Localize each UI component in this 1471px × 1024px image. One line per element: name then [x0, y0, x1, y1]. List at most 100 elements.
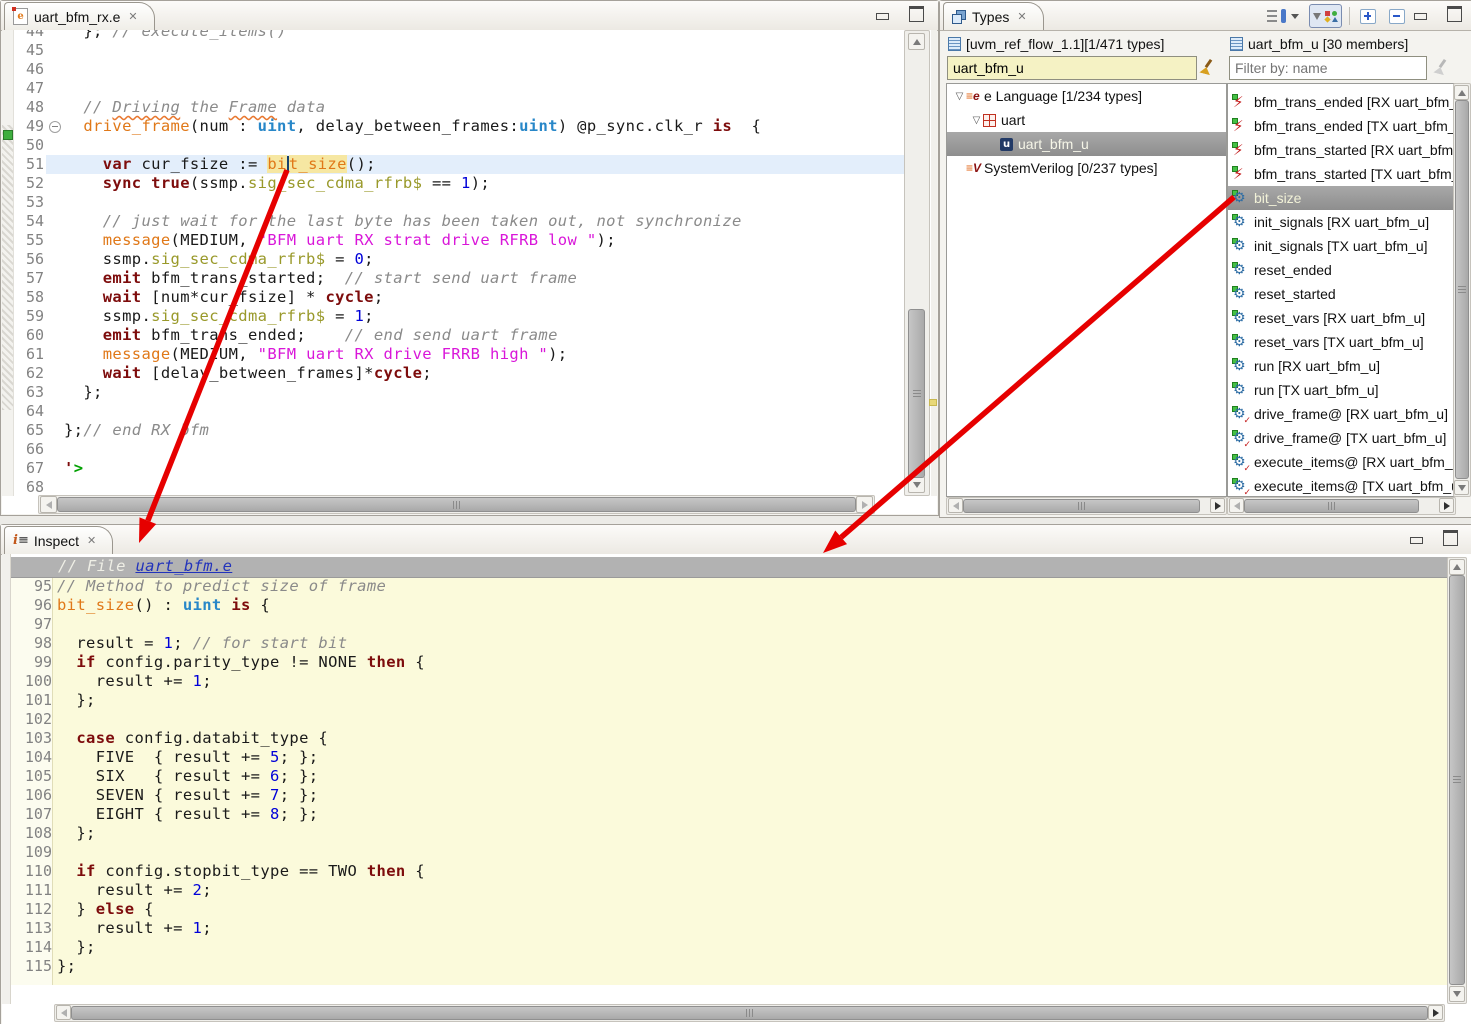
scroll-right-icon[interactable] — [856, 496, 873, 513]
scroll-right-icon[interactable] — [1210, 498, 1225, 513]
code-line[interactable]: 104 FIVE { result += 5; }; — [10, 748, 1448, 767]
code-line[interactable]: 113 result += 1; — [10, 919, 1448, 938]
tree-item-uart[interactable]: ▽uart — [947, 108, 1226, 132]
code-line[interactable]: 44 }; // execute_items() — [2, 30, 904, 41]
code-line[interactable]: 96bit_size() : uint is { — [10, 596, 1448, 615]
scroll-thumb[interactable] — [908, 309, 925, 478]
code-line[interactable]: 52 sync true(ssmp.sig_sec_cdma_rfrb$ == … — [2, 174, 904, 193]
code-line[interactable]: 45 — [2, 41, 904, 60]
members-vscrollbar[interactable] — [1453, 83, 1471, 497]
code-line[interactable]: 50 — [2, 136, 904, 155]
code-line[interactable]: 46 — [2, 60, 904, 79]
member-item[interactable]: ⚙✓execute_items@ [RX uart_bfm_u] — [1228, 450, 1454, 474]
code-line[interactable]: 95// Method to predict size of frame — [10, 577, 1448, 596]
scroll-down-icon[interactable] — [1449, 986, 1465, 1002]
scroll-down-icon[interactable] — [1454, 480, 1469, 495]
type-filter-input[interactable] — [947, 56, 1197, 80]
tree-item-e[interactable]: ▽≡ee Language [1/234 types] — [947, 84, 1226, 108]
code-line[interactable]: 48 // Driving the Frame data — [2, 98, 904, 117]
code-line[interactable]: 63 }; — [2, 383, 904, 402]
tab-inspect[interactable]: i≡ Inspect ✕ — [4, 526, 113, 554]
code-line[interactable]: 114 }; — [10, 938, 1448, 957]
scroll-down-icon[interactable] — [908, 476, 925, 493]
member-item[interactable]: ⚙✓reset_vars [RX uart_bfm_u] — [1228, 306, 1454, 330]
member-item[interactable]: ⚡✓bfm_trans_started [TX uart_bfm_u] — [1228, 162, 1454, 186]
scroll-left-icon[interactable] — [40, 496, 57, 513]
code-line[interactable]: 115}; — [10, 957, 1448, 976]
scroll-left-icon[interactable] — [56, 1005, 71, 1020]
code-line[interactable]: 98 result = 1; // for start bit — [10, 634, 1448, 653]
scroll-right-icon[interactable] — [1428, 1005, 1443, 1020]
scroll-up-icon[interactable] — [908, 33, 925, 50]
collapse-all-icon[interactable] — [1386, 5, 1408, 27]
tab-uart-bfm-rx[interactable]: e uart_bfm_rx.e ✕ — [4, 2, 155, 30]
scroll-thumb[interactable] — [71, 1006, 1428, 1020]
scroll-thumb[interactable] — [963, 499, 1200, 513]
code-line[interactable]: 57 emit bfm_trans_started; // start send… — [2, 269, 904, 288]
scroll-right-icon[interactable] — [1439, 498, 1454, 513]
file-link[interactable]: uart_bfm.e — [135, 557, 232, 575]
close-icon[interactable]: ✕ — [128, 10, 137, 23]
code-line[interactable]: 55 message(MEDIUM, "BFM uart RX strat dr… — [2, 231, 904, 250]
members-hscrollbar[interactable] — [1227, 497, 1456, 515]
code-line[interactable]: 97 — [10, 615, 1448, 634]
code-line[interactable]: 62 wait [delay_between_frames]*cycle; — [2, 364, 904, 383]
maximize-icon[interactable] — [1444, 6, 1464, 23]
close-icon[interactable]: ✕ — [1017, 10, 1026, 23]
tab-types[interactable]: Types ✕ — [943, 2, 1044, 30]
code-line[interactable]: 109 — [10, 843, 1448, 862]
members-list[interactable]: ⚙✓⚡✓bfm_trans_ended [RX uart_bfm_u]⚡✓bfm… — [1227, 83, 1455, 497]
member-item[interactable]: ⚡✓bfm_trans_started [RX uart_bfm_u] — [1228, 138, 1454, 162]
types-tree[interactable]: ▽≡ee Language [1/234 types]▽uartuuart_bf… — [946, 83, 1227, 497]
code-line[interactable]: 47 — [2, 79, 904, 98]
scroll-thumb[interactable] — [1449, 575, 1465, 985]
view-menu-icon[interactable] — [1264, 5, 1302, 27]
tree-item-uart_bfm_u[interactable]: uuart_bfm_u — [947, 132, 1226, 156]
member-item[interactable]: ⚙✓init_signals [TX uart_bfm_u] — [1228, 234, 1454, 258]
inspect-vscrollbar[interactable] — [1447, 557, 1467, 1004]
close-icon[interactable]: ✕ — [87, 534, 96, 547]
code-line[interactable]: 49 drive_frame(num : uint, delay_between… — [2, 117, 904, 136]
collapse-fold-icon[interactable] — [49, 121, 61, 133]
member-item[interactable]: ⚙✓reset_vars [TX uart_bfm_u] — [1228, 330, 1454, 354]
code-line[interactable]: 111 result += 2; — [10, 881, 1448, 900]
code-line[interactable]: 61 message(MEDIUM, "BFM uart RX drive FR… — [2, 345, 904, 364]
scroll-thumb[interactable] — [57, 497, 856, 512]
occurrence-marker[interactable] — [929, 399, 937, 406]
maximize-icon[interactable] — [1440, 530, 1460, 547]
member-item[interactable]: ⚙✓drive_frame@ [TX uart_bfm_u] — [1228, 426, 1454, 450]
code-line[interactable]: 56 ssmp.sig_sec_cdma_rfrb$ = 0; — [2, 250, 904, 269]
minimize-icon[interactable] — [872, 6, 892, 23]
editor-vscrollbar[interactable] — [904, 30, 930, 496]
minimize-icon[interactable] — [1410, 6, 1430, 23]
maximize-icon[interactable] — [906, 6, 926, 23]
member-item[interactable]: ⚙✓bit_size — [1228, 186, 1454, 210]
member-item[interactable]: ⚙✓execute_items@ [TX uart_bfm_u] — [1228, 474, 1454, 497]
member-item[interactable]: ⚙✓reset_ended — [1228, 258, 1454, 282]
code-line[interactable]: 99 if config.parity_type != NONE then { — [10, 653, 1448, 672]
scroll-thumb[interactable] — [1244, 499, 1419, 513]
code-line[interactable]: 101 }; — [10, 691, 1448, 710]
code-line[interactable]: 100 result += 1; — [10, 672, 1448, 691]
member-filter-input[interactable] — [1229, 56, 1427, 80]
member-item[interactable]: ⚙✓drive_frame@ [RX uart_bfm_u] — [1228, 402, 1454, 426]
scroll-left-icon[interactable] — [948, 498, 963, 513]
code-line[interactable]: 53 — [2, 193, 904, 212]
minimize-icon[interactable] — [1406, 530, 1426, 547]
code-line[interactable]: 65};// end RX bfm — [2, 421, 904, 440]
expand-all-icon[interactable] — [1357, 5, 1379, 27]
code-line[interactable]: 108 }; — [10, 824, 1448, 843]
editor-code-area[interactable]: 44 }; // execute_items()45464748 // Driv… — [2, 30, 904, 496]
group-by-icon[interactable] — [1309, 4, 1342, 28]
member-item[interactable]: ⚙✓run [TX uart_bfm_u] — [1228, 378, 1454, 402]
scroll-left-icon[interactable] — [1229, 498, 1244, 513]
expander-icon[interactable]: ▽ — [970, 115, 983, 126]
code-line[interactable]: 54 // just wait for the last byte has be… — [2, 212, 904, 231]
scroll-thumb[interactable] — [1455, 100, 1469, 479]
member-item[interactable]: ⚙✓reset_started — [1228, 282, 1454, 306]
code-line[interactable]: 68 — [2, 478, 904, 496]
member-item[interactable]: ⚡✓bfm_trans_ended [RX uart_bfm_u] — [1228, 90, 1454, 114]
code-line[interactable]: 59 ssmp.sig_sec_cdma_rfrb$ = 1; — [2, 307, 904, 326]
code-line[interactable]: 102 — [10, 710, 1448, 729]
member-item[interactable]: ⚙✓run [RX uart_bfm_u] — [1228, 354, 1454, 378]
